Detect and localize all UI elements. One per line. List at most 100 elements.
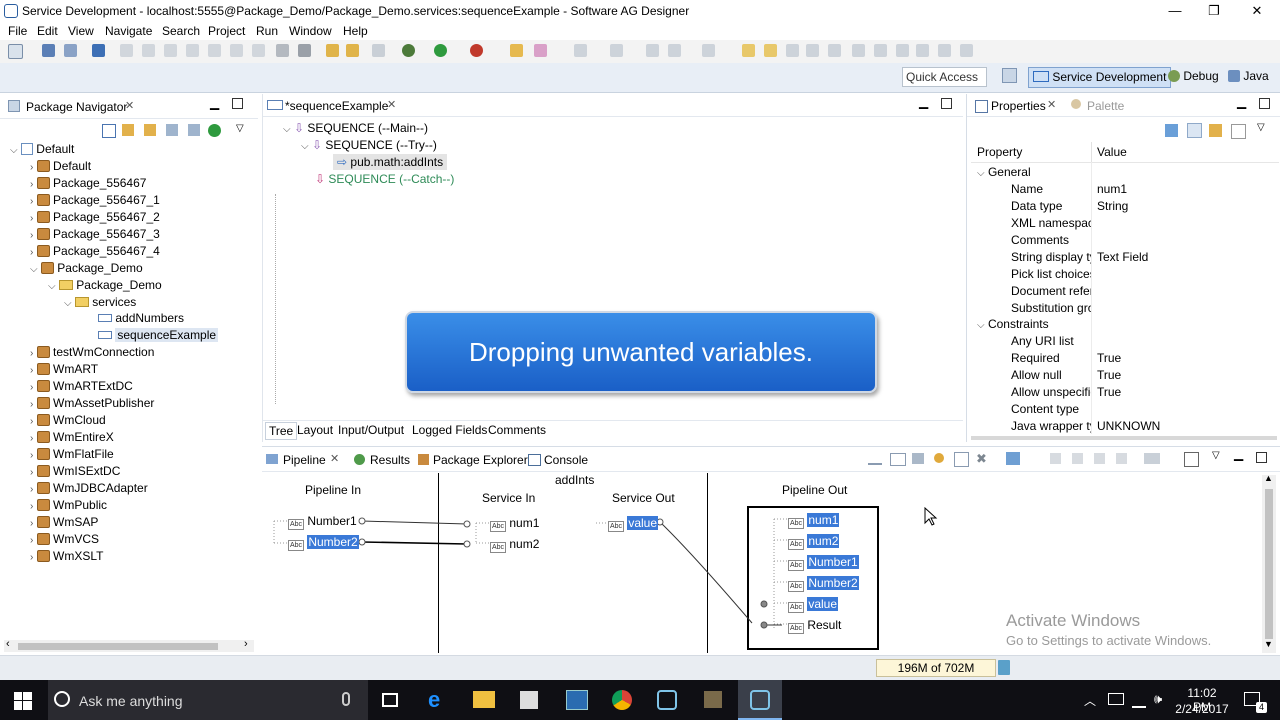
active-app-button[interactable]	[738, 680, 782, 720]
map-all-icon[interactable]	[890, 453, 906, 466]
step-return-icon[interactable]	[230, 44, 243, 57]
search-toolbar-icon[interactable]	[534, 44, 547, 57]
step-into-icon[interactable]	[208, 44, 221, 57]
drop-frame-icon[interactable]	[252, 44, 265, 57]
minimize-view-icon[interactable]: ▁	[1234, 447, 1243, 461]
view-menu-icon[interactable]: ▽	[1212, 450, 1220, 461]
cortana-search-box[interactable]: Ask me anything	[48, 680, 368, 720]
close-tab-icon[interactable]: ✕	[1047, 98, 1056, 111]
close-tab-icon[interactable]: ✕	[330, 452, 339, 465]
microphone-icon[interactable]	[342, 692, 350, 706]
quick-access-input[interactable]: Quick Access	[902, 67, 987, 87]
back-icon[interactable]	[646, 44, 659, 57]
editor-tab[interactable]: *sequenceExample	[285, 99, 388, 113]
move-right-icon[interactable]	[702, 44, 715, 57]
step-icon[interactable]	[120, 44, 133, 57]
tree-item-package[interactable]: › WmXSLT	[30, 549, 103, 563]
service-in-var[interactable]: Abc num1	[490, 516, 539, 532]
restore-defaults-icon[interactable]	[1231, 124, 1246, 139]
prop-value[interactable]: True	[1097, 385, 1121, 399]
save-all-icon[interactable]	[64, 44, 77, 57]
tree-item-service[interactable]: addNumbers	[98, 311, 184, 325]
app-tile-icon[interactable]	[566, 690, 588, 710]
sync-icon[interactable]	[188, 124, 200, 136]
menu-view[interactable]: View	[68, 24, 94, 38]
move-up-icon[interactable]	[874, 44, 887, 57]
collapse-all-icon[interactable]	[102, 124, 116, 138]
tree-item-package[interactable]: › Package_556467_3	[30, 227, 160, 241]
compare-icon[interactable]	[372, 44, 385, 57]
network-icon[interactable]	[1108, 693, 1124, 705]
minimize-button[interactable]: —	[1160, 2, 1190, 20]
pin-icon[interactable]	[1165, 124, 1178, 137]
insert-pipeline-icon[interactable]	[1006, 452, 1020, 465]
prop-value[interactable]: num1	[1097, 182, 1127, 196]
close-button[interactable]: ✕	[1242, 2, 1272, 20]
task-view-icon[interactable]	[382, 693, 398, 707]
perspective-java[interactable]: Java	[1224, 67, 1273, 86]
save-icon[interactable]	[42, 44, 55, 57]
chrome-icon[interactable]	[612, 690, 632, 710]
pipeline-out-var[interactable]: Abc num2	[788, 534, 840, 550]
tree-item-package[interactable]: › WmPublic	[30, 498, 107, 512]
tree-root[interactable]: ⌵ Default	[10, 142, 74, 156]
delete-pipeline-icon[interactable]: ✖	[976, 451, 987, 467]
tree-item-package[interactable]: › WmAssetPublisher	[30, 396, 154, 410]
scroll-down-icon[interactable]: ▼	[1264, 639, 1273, 649]
windows-start-icon[interactable]	[14, 692, 32, 710]
flow-step-sequence-catch[interactable]: ⇩ SEQUENCE (--Catch--)	[315, 172, 454, 186]
flow-step-sequence-main[interactable]: ⌵ ⇩ SEQUENCE (--Main--)	[283, 121, 428, 135]
pipeline-in-var[interactable]: Abc Number2	[288, 535, 359, 551]
prop-value[interactable]: Text Field	[1097, 250, 1148, 264]
outdent-icon[interactable]	[938, 44, 951, 57]
file-explorer-icon[interactable]	[473, 691, 495, 708]
maximize-view-icon[interactable]	[941, 98, 952, 109]
insert-icon[interactable]	[574, 44, 587, 57]
link-editor-icon[interactable]	[122, 124, 134, 136]
tree-item-package[interactable]: › WmVCS	[30, 532, 99, 546]
service-out-var[interactable]: Abc value	[608, 516, 659, 532]
tool-icon[interactable]	[704, 691, 722, 708]
pipeline-out-var[interactable]: Abc value	[788, 597, 839, 613]
column-value[interactable]: Value	[1097, 145, 1127, 159]
categories-icon[interactable]	[1187, 123, 1202, 138]
tree-item-package[interactable]: › WmJDBCAdapter	[30, 481, 148, 495]
maximize-view-icon[interactable]	[232, 98, 243, 109]
drop-variable-icon[interactable]	[912, 453, 924, 464]
tree-item-folder[interactable]: ⌵ services	[64, 295, 136, 309]
open-folder-icon[interactable]	[510, 44, 523, 57]
group-general[interactable]: ⌵ General	[977, 165, 1031, 179]
menu-file[interactable]: File	[8, 24, 27, 38]
tree-item-package[interactable]: › WmSAP	[30, 515, 98, 529]
perspective-service-development[interactable]: Service Development	[1028, 67, 1172, 88]
tree-item-package[interactable]: › Package_556467_1	[30, 193, 160, 207]
indent-icon[interactable]	[916, 44, 929, 57]
column-property[interactable]: Property	[977, 145, 1022, 159]
minimize-view-icon[interactable]: ▁	[210, 96, 219, 110]
tab-layout[interactable]: Layout	[297, 423, 333, 437]
edge-icon[interactable]: e	[428, 689, 450, 711]
flow-step-invoke[interactable]: ⇨ pub.math:addInts	[333, 154, 448, 170]
tree-item-package[interactable]: › testWmConnection	[30, 345, 154, 359]
menu-search[interactable]: Search	[162, 24, 200, 38]
tab-tree[interactable]: Tree	[265, 422, 298, 440]
open-perspective-icon[interactable]	[1002, 68, 1017, 83]
terminate-icon[interactable]	[186, 44, 199, 57]
tab-results[interactable]: Results	[370, 453, 410, 467]
scroll-up-icon[interactable]: ▲	[1264, 473, 1273, 483]
menu-window[interactable]: Window	[289, 24, 332, 38]
close-tab-icon[interactable]: ✕	[387, 98, 396, 111]
menu-navigate[interactable]: Navigate	[105, 24, 152, 38]
step-over-icon[interactable]	[142, 44, 155, 57]
navigator-hscrollbar[interactable]: ‹ ›	[4, 638, 254, 652]
move-right-icon[interactable]	[1116, 453, 1127, 464]
map-link-icon[interactable]	[764, 44, 777, 57]
perspective-debug[interactable]: Debug	[1164, 67, 1223, 86]
debug-icon[interactable]	[402, 44, 415, 57]
tree-item-package-demo[interactable]: ⌵ Package_Demo	[30, 261, 143, 275]
tree-item-package[interactable]: › Default	[30, 159, 91, 173]
pipeline-out-var[interactable]: Abc Number1	[788, 555, 859, 571]
pipeline-out-var[interactable]: Abc num1	[788, 513, 840, 529]
move-down-icon[interactable]	[1072, 453, 1083, 464]
tray-chevron-icon[interactable]: ︿	[1084, 692, 1096, 709]
